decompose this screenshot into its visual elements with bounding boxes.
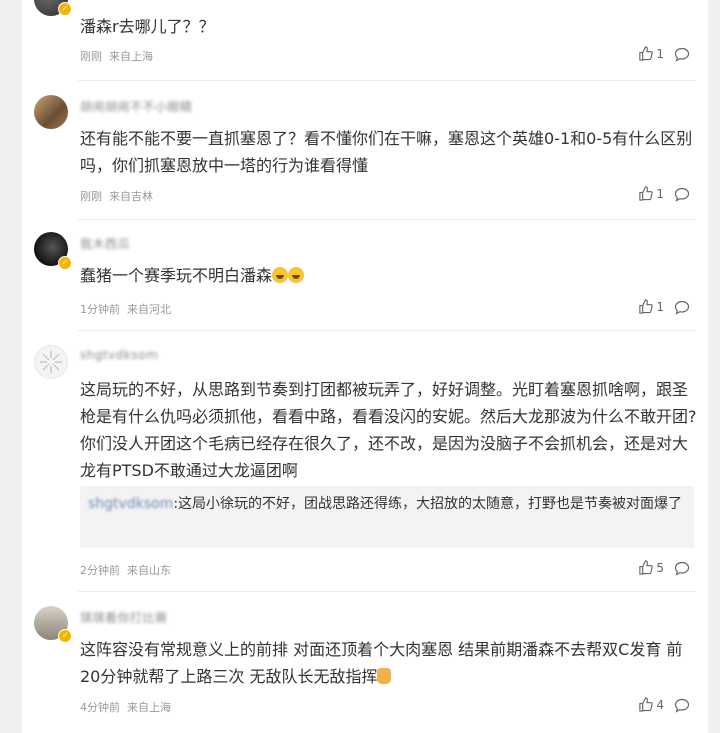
avatar[interactable]	[34, 345, 68, 379]
like-button[interactable]: 4	[638, 697, 664, 712]
comment-location: 来自山东	[127, 564, 171, 577]
username[interactable]: 琪琪看你打比赛	[80, 609, 168, 626]
reply-content: :这局小徐玩的不好，团战思路还得练，大招放的太随意，打野也是节奏被对面爆了	[173, 496, 683, 512]
comment-item: ✓ 我木西瓜 蠢猪一个赛季玩不明白潘森 1分钟前 来自河北 1	[22, 220, 708, 330]
comment-bubble-icon[interactable]	[674, 47, 690, 62]
like-button[interactable]: 5	[638, 560, 664, 575]
comment-text: 还有能不能不要一直抓塞恩了？看不懂你们在干嘛，塞恩这个英雄0-1和0-5有什么区…	[80, 129, 693, 175]
comment-location: 来自吉林	[109, 190, 153, 203]
like-count: 1	[656, 299, 664, 314]
comment-meta: 刚刚 来自吉林	[80, 188, 153, 204]
comment-time: 4分钟前	[80, 701, 120, 714]
like-count: 5	[656, 560, 664, 575]
comment-location: 来自河北	[127, 303, 171, 316]
avatar[interactable]	[34, 95, 68, 129]
comments-panel: ✓ 潘森r去哪儿了？？ 刚刚 来自上海 1 胡闹胡闹不不小眼睛 还有能不能不要一…	[22, 0, 708, 733]
laughing-emoji-icon	[272, 267, 289, 283]
comment-time: 刚刚	[80, 50, 102, 63]
like-button[interactable]: 1	[638, 186, 664, 201]
comment-time: 2分钟前	[80, 564, 120, 577]
thumbs-up-icon	[639, 46, 654, 61]
like-count: 4	[656, 697, 664, 712]
like-button[interactable]: 1	[638, 299, 664, 314]
like-count: 1	[656, 46, 664, 61]
thumbs-up-icon	[639, 697, 654, 712]
comment-bubble-icon[interactable]	[674, 698, 690, 713]
comment-location: 来自上海	[109, 50, 153, 63]
verified-badge-icon: ✓	[58, 256, 72, 270]
username[interactable]: shgtvdksom	[80, 348, 158, 362]
comment-text: 蠢猪一个赛季玩不明白潘森	[80, 262, 700, 289]
comment-time: 刚刚	[80, 190, 102, 203]
verified-badge-icon: ✓	[58, 2, 72, 16]
comment-text: 潘森r去哪儿了？？	[80, 17, 215, 36]
like-count: 1	[656, 186, 664, 201]
laughing-emoji-icon	[288, 267, 305, 283]
comment-text: 这局玩的不好，从思路到节奏到打团都被玩弄了，好好调整。光盯着塞恩抓啥啊，跟圣枪是…	[80, 380, 697, 480]
thumbs-up-emoji-icon	[377, 668, 392, 684]
thumbs-up-icon	[639, 186, 654, 201]
comment-item: ✓ 琪琪看你打比赛 这阵容没有常规意义上的前排 对面还顶着个大肉塞恩 结果前期潘…	[22, 592, 708, 733]
comment-item: ✓ 潘森r去哪儿了？？ 刚刚 来自上海 1	[22, 0, 708, 82]
comment-item: 胡闹胡闹不不小眼睛 还有能不能不要一直抓塞恩了？看不懂你们在干嘛，塞恩这个英雄0…	[22, 81, 708, 219]
comment-meta: 1分钟前 来自河北	[80, 301, 171, 317]
reply-box[interactable]: shgtvdksom:这局小徐玩的不好，团战思路还得练，大招放的太随意，打野也是…	[80, 486, 694, 548]
reply-text: shgtvdksom:这局小徐玩的不好，团战思路还得练，大招放的太随意，打野也是…	[88, 492, 686, 517]
like-button[interactable]: 1	[638, 46, 664, 61]
username[interactable]: 我木西瓜	[80, 235, 130, 252]
comment-meta: 4分钟前 来自上海	[80, 699, 171, 715]
comment-location: 来自上海	[127, 701, 171, 714]
comment-text: 这阵容没有常规意义上的前排 对面还顶着个大肉塞恩 结果前期潘森不去帮双C发育 前…	[80, 636, 700, 690]
comment-text-body: 蠢猪一个赛季玩不明白潘森	[80, 266, 273, 285]
reply-username[interactable]: shgtvdksom	[88, 496, 173, 512]
comment-item: shgtvdksom 这局玩的不好，从思路到节奏到打团都被玩弄了，好好调整。光盯…	[22, 331, 708, 591]
comment-bubble-icon[interactable]	[674, 561, 690, 576]
comment-meta: 刚刚 来自上海	[80, 48, 153, 64]
comment-meta: 2分钟前 来自山东	[80, 562, 171, 578]
thumbs-up-icon	[639, 299, 654, 314]
username[interactable]: 胡闹胡闹不不小眼睛	[80, 98, 193, 115]
verified-badge-icon: ✓	[58, 629, 72, 643]
comment-bubble-icon[interactable]	[674, 300, 690, 315]
thumbs-up-icon	[639, 560, 654, 575]
comment-time: 1分钟前	[80, 303, 120, 316]
comment-bubble-icon[interactable]	[674, 187, 690, 202]
